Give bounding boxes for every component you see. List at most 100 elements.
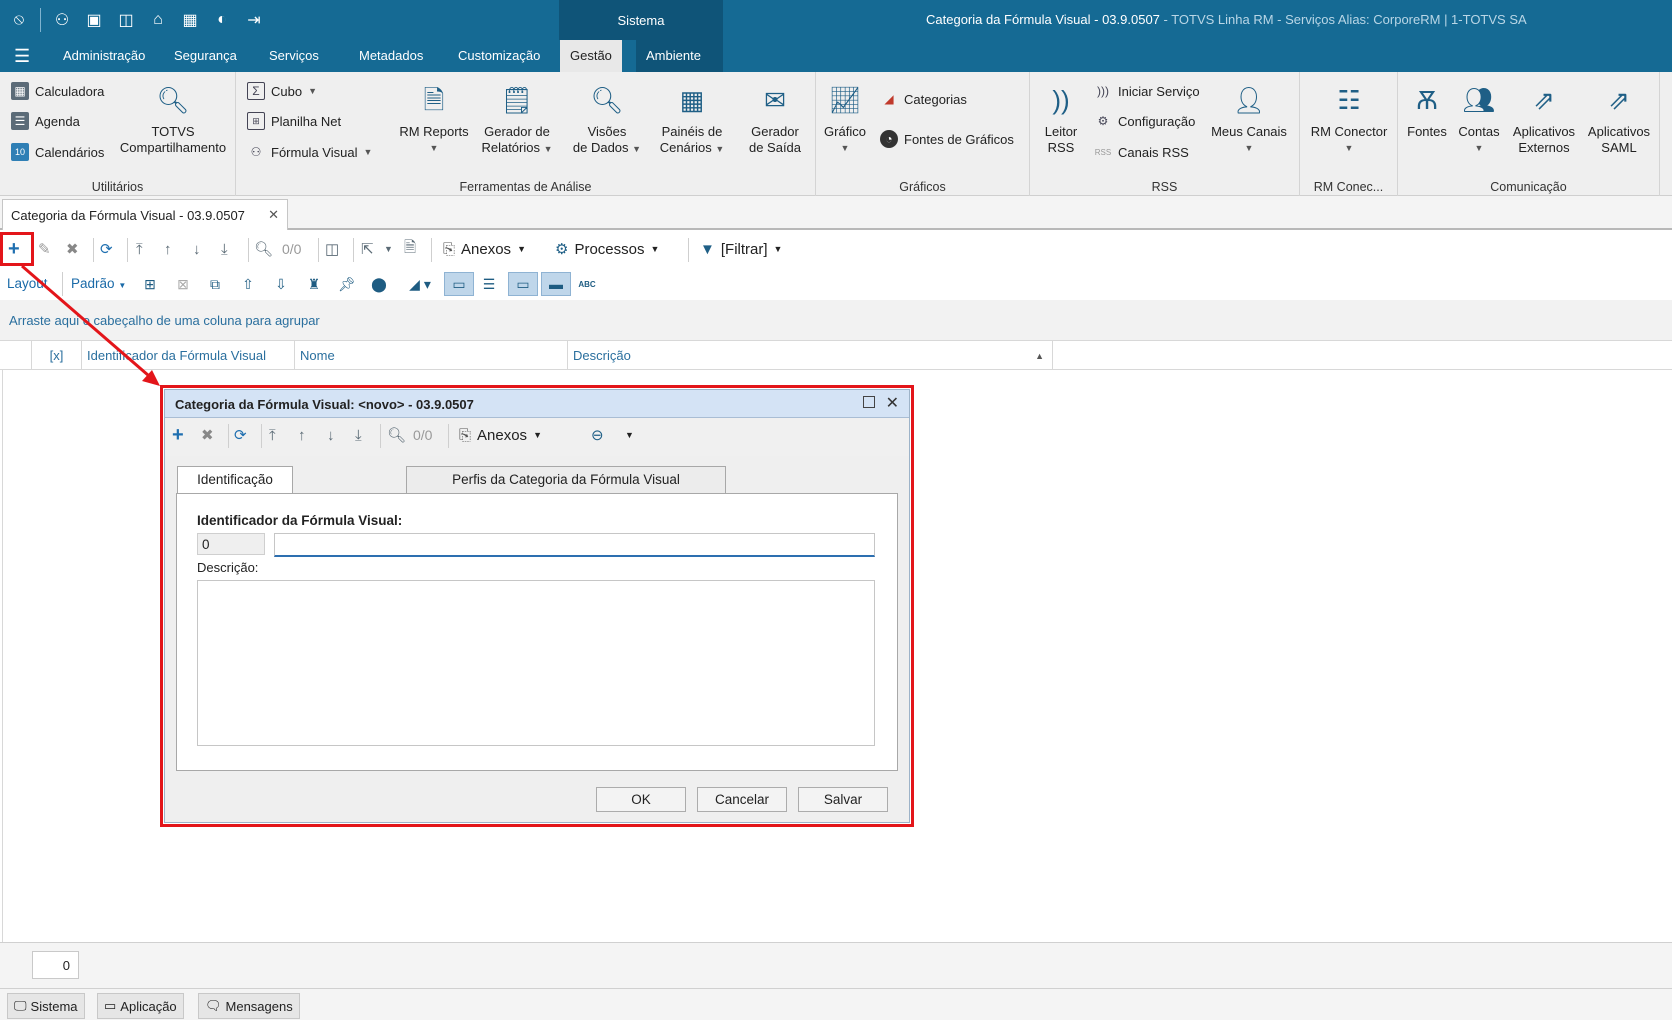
last-record-icon[interactable]: ⤓ (221, 236, 228, 262)
collapse-icon[interactable]: ⊠ (171, 272, 195, 296)
rm-conector-button[interactable]: ☷ RM Conector ▼ (1304, 82, 1394, 156)
categorias-button[interactable]: ◢ Categorias (880, 90, 967, 108)
chevron-down-icon: ▼ (429, 143, 439, 153)
gerador-saida-button[interactable]: ✉ Gerador de Saída (741, 82, 809, 156)
configuracao-label: Configuração (1118, 113, 1196, 129)
aplicativos-saml-button[interactable]: ⇗ Aplicativos SAML (1582, 82, 1656, 156)
report-icon[interactable]: 🗎︎ (404, 236, 416, 262)
layout-icon[interactable]: ▦ (179, 9, 201, 31)
status-tab-sistema[interactable]: 🖵︎ Sistema (7, 993, 85, 1019)
leitor-rss-button[interactable]: )) Leitor RSS (1034, 82, 1088, 156)
group-utilitarios: ▦ Calculadora ☰ Agenda 10 Calendários 🔍︎… (0, 72, 236, 196)
spreadsheet-icon: ⊞ (247, 112, 265, 130)
filter-row-icon[interactable]: ▬ (541, 272, 571, 296)
grafico-button[interactable]: 📈︎ Gráfico ▼ (822, 82, 868, 156)
cubo-label: Cubo (271, 83, 303, 99)
planilha-net-button[interactable]: ⊞ Planilha Net (247, 112, 341, 130)
antenna-icon: Ѫ (1416, 85, 1438, 115)
tab-servicos[interactable]: Serviços (259, 40, 329, 72)
move-up-icon[interactable]: ⇧ (236, 272, 260, 296)
column-identificador[interactable]: Identificador da Fórmula Visual (82, 341, 295, 371)
spellcheck-icon[interactable]: ABC (575, 272, 599, 296)
network-icon[interactable]: ⚇ (51, 9, 73, 31)
refresh-layout-icon[interactable]: ⧉ (203, 272, 227, 296)
filtrar-menu[interactable]: ▼ [Filtrar] ▼ (700, 236, 782, 262)
meus-canais-button[interactable]: 👤︎ Meus Canais ▼ (1206, 82, 1292, 156)
calculadora-button[interactable]: ▦ Calculadora (11, 82, 104, 100)
calendarios-button[interactable]: 10 Calendários (11, 143, 104, 161)
first-record-icon[interactable]: ⤒ (136, 236, 143, 262)
next-record-icon[interactable]: ↓ (193, 236, 201, 262)
connector-icon: ☷ (1337, 85, 1361, 115)
anexos-menu[interactable]: ⎘ Anexos ▼ (443, 236, 526, 262)
cubo-button[interactable]: Σ Cubo ▼ (247, 82, 317, 100)
chevron-down-icon[interactable]: ▼ (384, 236, 393, 262)
search-icon[interactable]: 🔍︎ (254, 236, 273, 262)
visoes-dados-button[interactable]: 🔍︎ Visões de Dados ▼ (568, 82, 646, 157)
move-down-icon[interactable]: ⇩ (269, 272, 293, 296)
divider (431, 238, 432, 262)
header-panel-icon[interactable]: ▭ (508, 272, 538, 296)
group-panel-icon[interactable]: ☰ (477, 272, 501, 296)
delete-icon[interactable]: ✖ (66, 236, 79, 262)
home-icon[interactable]: ⌂ (147, 9, 169, 31)
tab-ambiente[interactable]: Ambiente (636, 40, 723, 72)
refresh-window-icon[interactable]: ◫ (115, 9, 137, 31)
data-source-icon: ◔ (880, 130, 898, 148)
columns-icon[interactable]: ◫ (325, 236, 339, 262)
leitor-label: Leitor (1044, 124, 1078, 139)
grid-header: [x] Identificador da Fórmula Visual Nome… (0, 340, 1672, 371)
tab-administracao[interactable]: Administração (53, 40, 155, 72)
group-rm-conector: ☷ RM Conector ▼ RM Conec... (1300, 72, 1398, 196)
fontes-button[interactable]: Ѫ Fontes (1400, 82, 1454, 140)
exit-icon[interactable]: ⇥ (243, 9, 265, 31)
totvs-compartilhamento-button[interactable]: 🔍︎ TOTVS Compartilhamento (114, 82, 232, 156)
status-tab-mensagens[interactable]: 🗨︎ Mensagens (198, 993, 300, 1019)
formula-visual-button[interactable]: ⚇ Fórmula Visual ▼ (247, 143, 373, 161)
chevron-down-icon: ▼ (543, 144, 553, 154)
group-ferramentas-analise: Σ Cubo ▼ ⊞ Planilha Net ⚇ Fórmula Visual… (236, 72, 816, 196)
tab-metadados[interactable]: Metadados (349, 40, 433, 72)
grafico-label: Gráfico (824, 124, 866, 139)
paineis-cenarios-button[interactable]: ▦ Painéis de Cenários ▼ (651, 82, 733, 157)
padrao-dropdown[interactable]: Padrão ▼ (71, 276, 126, 291)
format-painter-icon[interactable]: ♜ (302, 272, 326, 296)
previous-record-icon[interactable]: ↑ (164, 236, 172, 262)
color-icon[interactable]: ⬤ (367, 272, 391, 296)
view-icon[interactable]: ▣ (83, 9, 105, 31)
refresh-icon[interactable]: ⟳ (100, 236, 113, 262)
contas-button[interactable]: 👥︎ Contas ▼ (1454, 82, 1504, 156)
agenda-button[interactable]: ☰ Agenda (11, 112, 80, 130)
chart-line-icon[interactable]: ◢ ▾ (402, 272, 438, 296)
select-column-header[interactable]: [x] (32, 341, 82, 371)
expand-icon[interactable]: ⊞ (138, 272, 162, 296)
export-icon[interactable]: ⇱ (361, 236, 374, 262)
edit-icon[interactable]: ✎ (38, 236, 51, 262)
status-tab-aplicacao[interactable]: ▭ Aplicação (97, 993, 184, 1019)
aplicativos-externos-button[interactable]: ⇗ Aplicativos Externos (1506, 82, 1582, 156)
column-nome[interactable]: Nome (295, 341, 568, 371)
app-menu-icon[interactable]: ☰ (14, 46, 34, 66)
layout-link[interactable]: Layout (7, 276, 48, 291)
rm-reports-button[interactable]: 🗎︎ RM Reports ▼ (396, 82, 472, 156)
processos-menu[interactable]: ⚙ Processos ▼ (555, 236, 659, 262)
tab-seguranca[interactable]: Segurança (164, 40, 247, 72)
canais-rss-button[interactable]: RSS Canais RSS (1094, 143, 1189, 161)
configuracao-button[interactable]: ⚙ Configuração (1094, 112, 1196, 130)
gerador-relatorios-button[interactable]: 🗒︎ Gerador de Relatórios ▼ (477, 82, 557, 157)
tab-customizacao[interactable]: Customização (448, 40, 550, 72)
close-icon[interactable]: ✕ (268, 207, 279, 223)
group-by-panel[interactable]: Arraste aqui o cabeçalho de uma coluna p… (0, 300, 1672, 340)
flow-diagram-icon: ⚇ (250, 145, 262, 159)
fontes-graficos-button[interactable]: ◔ Fontes de Gráficos (880, 130, 1014, 148)
app-logo-icon[interactable]: ⦸ (8, 9, 30, 31)
window-title-rest: - TOTVS Linha RM - Serviços Alias: Corpo… (1159, 12, 1527, 27)
tab-gestao[interactable]: Gestão (560, 40, 622, 72)
globe-icon[interactable]: ◐ (211, 9, 233, 31)
column-descricao[interactable]: Descrição (568, 341, 1053, 371)
document-tab[interactable]: Categoria da Fórmula Visual - 03.9.0507 … (2, 199, 288, 230)
footer-panel-icon[interactable]: ▭ (444, 272, 474, 296)
pin-icon[interactable]: 📌︎ (335, 272, 359, 296)
ribbon-tab-bar: ☰ Administração Segurança Serviços Metad… (0, 40, 1672, 72)
iniciar-servico-button[interactable]: ))) Iniciar Serviço (1094, 82, 1200, 100)
